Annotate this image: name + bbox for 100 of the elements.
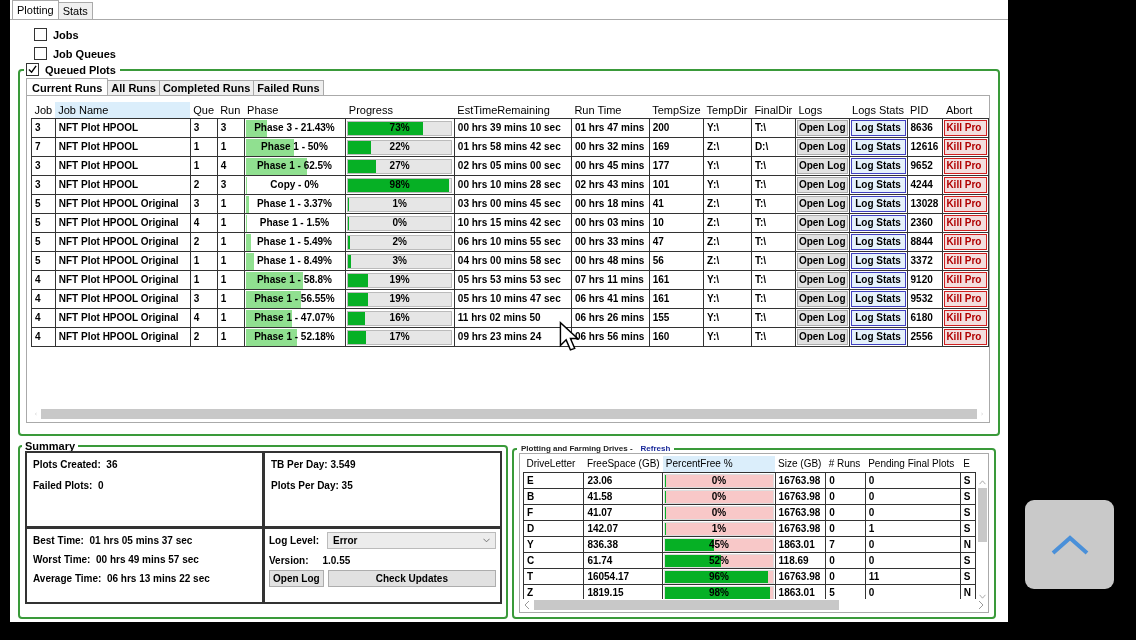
table-cell: 00 hrs 32 mins	[571, 137, 650, 157]
phase-text: Phase 1 - 50%	[261, 141, 328, 153]
checkbox[interactable]	[26, 63, 39, 76]
open-log-button[interactable]: Open Log	[796, 120, 848, 137]
tab[interactable]: Current Runs	[26, 78, 109, 96]
column-header[interactable]: FinalDir	[751, 102, 796, 119]
checkbox[interactable]	[34, 47, 47, 60]
checkbox-label: Job Queues	[53, 47, 116, 60]
kill-process-button[interactable]: Kill Pro	[944, 291, 987, 308]
tab[interactable]: Stats	[57, 2, 93, 19]
open-log-button[interactable]: Open Log	[796, 158, 848, 175]
log-stats-button[interactable]: Log Stats	[850, 139, 906, 156]
table-cell: D:\	[751, 137, 796, 157]
column-header[interactable]: EstTimeRemaining	[454, 102, 572, 119]
tab[interactable]: Completed Runs	[158, 80, 255, 96]
refresh-link[interactable]: Refresh	[640, 444, 671, 453]
kill-process-button[interactable]: Kill Pro	[944, 253, 987, 270]
phase-text: Phase 1 - 8.49%	[256, 255, 332, 267]
open-log-button[interactable]: Open Log	[796, 139, 848, 156]
table-cell: 1	[217, 137, 245, 157]
kill-process-button[interactable]: Kill Pro	[944, 139, 987, 156]
table-cell: S	[960, 472, 976, 489]
column-header[interactable]: TempDir	[703, 102, 752, 119]
table-cell: Z:\	[703, 194, 752, 214]
column-header[interactable]: Job	[31, 102, 56, 119]
log-stats-button[interactable]: Log Stats	[850, 215, 906, 232]
table-cell: 169	[649, 137, 704, 157]
kill-process-button[interactable]: Kill Pro	[944, 234, 987, 251]
open-log-button[interactable]: Open Log	[796, 215, 848, 232]
open-log-button[interactable]: Open Log	[796, 310, 848, 327]
column-header[interactable]: Phase	[244, 102, 346, 119]
column-header[interactable]: E	[960, 456, 976, 473]
percent-text: 96%	[708, 570, 729, 583]
table-cell: 1	[865, 520, 961, 537]
table-cell: 5	[31, 213, 56, 233]
open-log-button[interactable]: Open Log	[796, 329, 848, 346]
column-header[interactable]: Size (GB)	[775, 456, 826, 473]
log-stats-button[interactable]: Log Stats	[850, 234, 906, 251]
scroll-to-top-button[interactable]	[1025, 500, 1114, 589]
column-header[interactable]: TempSize	[649, 102, 704, 119]
column-header[interactable]: Run	[217, 102, 245, 119]
phase-text: Phase 1 - 5.49%	[256, 236, 332, 248]
open-log-button[interactable]: Open Log	[796, 253, 848, 270]
column-header[interactable]: Progress	[345, 102, 455, 119]
column-header[interactable]: Run Time	[571, 102, 650, 119]
kill-process-button[interactable]: Kill Pro	[944, 329, 987, 346]
open-log-button[interactable]: Open Log	[796, 196, 848, 213]
log-stats-button[interactable]: Log Stats	[850, 310, 906, 327]
table-cell: 101	[649, 175, 704, 195]
column-header[interactable]: Logs Stats	[849, 102, 908, 119]
open-log-button[interactable]: Open Log	[796, 177, 848, 194]
column-header[interactable]: Job Name	[55, 102, 191, 119]
log-level-dropdown[interactable]: Error	[327, 532, 496, 549]
scroll-right-icon[interactable]	[978, 601, 984, 610]
kill-process-button[interactable]: Kill Pro	[944, 215, 987, 232]
scroll-left-icon[interactable]	[524, 601, 530, 610]
open-log-button[interactable]: Open Log	[796, 234, 848, 251]
table-cell: 02 hrs 43 mins	[571, 175, 650, 195]
table-cell: 0	[865, 536, 961, 553]
column-header[interactable]: Logs	[795, 102, 850, 119]
log-stats-button[interactable]: Log Stats	[850, 158, 906, 175]
log-stats-button[interactable]: Log Stats	[850, 329, 906, 346]
log-stats-button[interactable]: Log Stats	[850, 272, 906, 289]
scroll-up-icon[interactable]	[978, 480, 986, 485]
table-cell: 4244	[907, 175, 943, 195]
column-header[interactable]: # Runs	[825, 456, 866, 473]
table-cell: NFT Plot HPOOL Original	[55, 213, 191, 233]
kill-process-button[interactable]: Kill Pro	[944, 272, 987, 289]
column-header[interactable]: Abort	[942, 102, 989, 119]
log-stats-button[interactable]: Log Stats	[850, 253, 906, 270]
kill-process-button[interactable]: Kill Pro	[944, 158, 987, 175]
log-stats-button[interactable]: Log Stats	[850, 120, 906, 137]
table-cell: 47	[649, 232, 704, 252]
log-stats-button[interactable]: Log Stats	[850, 196, 906, 213]
kill-process-button[interactable]: Kill Pro	[944, 196, 987, 213]
column-header[interactable]: DriveLetter	[523, 456, 584, 473]
tab[interactable]: Plotting	[12, 0, 59, 19]
kill-process-button[interactable]: Kill Pro	[944, 310, 987, 327]
column-header[interactable]: Que	[190, 102, 218, 119]
kill-process-button[interactable]: Kill Pro	[944, 177, 987, 194]
open-log-button[interactable]: Open Log	[796, 291, 848, 308]
open-log-button[interactable]: Open Log	[269, 570, 324, 587]
check-updates-button[interactable]: Check Updates	[327, 570, 496, 587]
open-log-button[interactable]: Open Log	[796, 272, 848, 289]
column-header[interactable]: PID	[907, 102, 943, 119]
table-cell: T:\	[751, 118, 796, 138]
table-cell: 56	[649, 251, 704, 271]
checkbox[interactable]	[34, 28, 47, 41]
scroll-down-icon[interactable]	[978, 594, 986, 600]
column-header[interactable]: FreeSpace (GB)	[583, 456, 663, 473]
column-header[interactable]: PercentFree %	[662, 456, 776, 473]
log-stats-button[interactable]: Log Stats	[850, 291, 906, 308]
tab[interactable]: All Runs	[107, 80, 160, 96]
table-cell: 2360	[907, 213, 943, 233]
kill-process-button[interactable]: Kill Pro	[944, 120, 987, 137]
table-cell: NFT Plot HPOOL	[55, 118, 191, 138]
tab[interactable]: Failed Runs	[253, 80, 324, 96]
log-stats-button[interactable]: Log Stats	[850, 177, 906, 194]
column-header[interactable]: Pending Final Plots	[865, 456, 961, 473]
table-cell: 4	[190, 308, 218, 328]
